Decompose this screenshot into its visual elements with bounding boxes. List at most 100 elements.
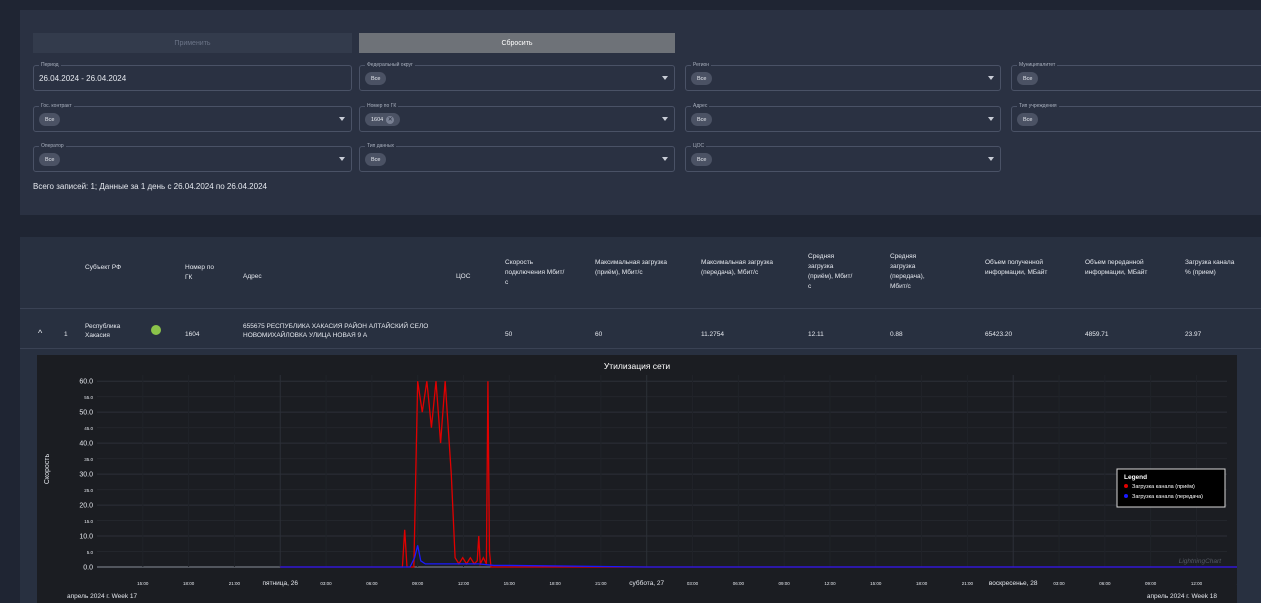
x-tick-label: 12:00 (1191, 581, 1203, 586)
chevron-down-icon[interactable] (662, 117, 668, 121)
y-tick-label: 25.0 (84, 488, 93, 493)
period-label: Период (39, 61, 61, 69)
row-divider (20, 348, 1261, 349)
header-subject[interactable]: Субъект РФ (85, 263, 145, 273)
x-tick-label: 09:00 (779, 581, 791, 586)
tsos-select[interactable]: ЦОС Все (685, 142, 1001, 172)
row-avg-in: 12.11 (808, 331, 824, 338)
x-axis-week-right: апрель 2024 г. Week 18 (1147, 593, 1218, 600)
header-tsos[interactable]: ЦОС (456, 272, 470, 282)
institution-type-chip[interactable]: Все (1017, 113, 1039, 126)
y-tick-label: 10.0 (79, 534, 93, 541)
institution-type-label: Тип учреждения (1017, 102, 1059, 110)
row-subject: Республика Хакасия (85, 323, 121, 339)
x-tick-label: 18:00 (549, 581, 561, 586)
header-avg-out[interactable]: Средняя загрузка (передача), Мбит/с (890, 252, 940, 292)
gk-number-select[interactable]: Номер по ГК 1604 ✕ (359, 102, 675, 132)
legend-entry: Загрузка канала (передача) (1132, 494, 1203, 500)
y-tick-label: 50.0 (79, 410, 93, 417)
y-tick-label: 0.0 (83, 565, 93, 572)
x-tick-label: 12:00 (824, 581, 836, 586)
x-tick-label: 21:00 (962, 581, 974, 586)
chevron-down-icon[interactable] (339, 157, 345, 161)
header-gk-number[interactable]: Номер по ГК (185, 263, 215, 283)
region-select[interactable]: Регион Все (685, 61, 1001, 91)
series-line-1 (280, 545, 1237, 568)
address-select[interactable]: Адрес Все (685, 102, 1001, 132)
period-field[interactable]: Период 26.04.2024 - 26.04.2024 (33, 61, 352, 91)
y-tick-label: 45.0 (84, 426, 93, 431)
operator-select[interactable]: Оператор Все (33, 142, 352, 172)
header-max-out[interactable]: Максимальная загрузка (передача), Мбит/с (701, 258, 791, 278)
x-tick-label: 21:00 (229, 581, 241, 586)
chevron-up-icon[interactable]: ^ (38, 329, 42, 338)
header-vol-out[interactable]: Объем переданной информации, МБайт (1085, 258, 1165, 278)
gov-contract-chip[interactable]: Все (39, 113, 61, 126)
x-tick-label: 03:00 (320, 581, 332, 586)
x-tick-label: 06:00 (366, 581, 378, 586)
data-type-chip[interactable]: Все (365, 153, 387, 166)
x-tick-label: 09:00 (1145, 581, 1157, 586)
x-tick-label: 09:00 (412, 581, 424, 586)
x-tick-label: 03:00 (1053, 581, 1065, 586)
chevron-down-icon[interactable] (988, 76, 994, 80)
header-max-in[interactable]: Максимальная загрузка (приём), Мбит/с (595, 258, 675, 278)
municipality-label: Муниципалитет (1017, 61, 1058, 69)
chevron-down-icon[interactable] (662, 157, 668, 161)
y-tick-label: 40.0 (79, 441, 93, 448)
y-axis-label: Скорость (44, 454, 51, 485)
header-load-pct[interactable]: Загрузка канала % (прием) (1185, 258, 1235, 278)
row-vol-in: 65423.20 (985, 331, 1013, 338)
reset-button[interactable]: Сбросить (359, 33, 675, 53)
operator-chip[interactable]: Все (39, 153, 61, 166)
tsos-label: ЦОС (691, 142, 707, 150)
legend-entry: Загрузка канала (приём) (1132, 484, 1195, 490)
gov-contract-select[interactable]: Гос. контракт Все (33, 102, 352, 132)
address-label: Адрес (691, 102, 710, 110)
data-type-select[interactable]: Тип данных Все (359, 142, 675, 172)
gk-number-label: Номер по ГК (365, 102, 399, 110)
row-address: 655675 РЕСПУБЛИКА ХАКАСИЯ РАЙОН АЛТАЙСКИ… (243, 323, 429, 339)
x-tick-label: суббота, 27 (629, 579, 664, 587)
federal-district-label: Федеральный округ (365, 61, 415, 69)
data-type-label: Тип данных (365, 142, 397, 150)
tsos-chip[interactable]: Все (691, 153, 713, 166)
region-chip[interactable]: Все (691, 72, 713, 85)
address-chip[interactable]: Все (691, 113, 713, 126)
x-tick-label: 18:00 (916, 581, 928, 586)
period-value: 26.04.2024 - 26.04.2024 (39, 74, 127, 83)
chevron-down-icon[interactable] (662, 76, 668, 80)
legend-marker (1124, 494, 1128, 498)
x-tick-label: 18:00 (183, 581, 195, 586)
institution-type-select[interactable]: Тип учреждения Все (1011, 102, 1261, 132)
chevron-down-icon[interactable] (339, 117, 345, 121)
y-tick-label: 5.0 (87, 550, 94, 555)
x-tick-label: 15:00 (870, 581, 882, 586)
region-label: Регион (691, 61, 712, 69)
x-tick-label: 21:00 (595, 581, 607, 586)
chart-legend: Legend Загрузка канала (приём) Загрузка к… (1116, 468, 1226, 508)
municipality-select[interactable]: Муниципалитет Все (1011, 61, 1261, 91)
row-gk-number: 1604 (185, 331, 200, 338)
federal-district-select[interactable]: Федеральный округ Все (359, 61, 675, 91)
municipality-chip[interactable]: Все (1017, 72, 1039, 85)
chevron-down-icon[interactable] (988, 157, 994, 161)
summary-text: Всего записей: 1; Данные за 1 день с 26.… (33, 182, 267, 191)
x-tick-label: 06:00 (733, 581, 745, 586)
header-vol-in[interactable]: Объем полученной информации, МБайт (985, 258, 1065, 278)
apply-button[interactable]: Применить (33, 33, 352, 53)
gk-number-chip[interactable]: 1604 ✕ (365, 113, 401, 126)
x-tick-label: 03:00 (687, 581, 699, 586)
header-address[interactable]: Адрес (243, 272, 262, 282)
chevron-down-icon[interactable] (988, 117, 994, 121)
row-max-in: 60 (595, 331, 603, 338)
y-tick-label: 55.0 (84, 395, 93, 400)
federal-district-chip[interactable]: Все (365, 72, 387, 85)
y-tick-label: 35.0 (84, 457, 93, 462)
header-speed[interactable]: Скорость подключения Мбит/с (505, 258, 565, 288)
utilization-chart-svg: Утилизация сети 60.0 55.0 50.0 45.0 40.0 35.0… (44, 361, 1237, 600)
header-divider (20, 308, 1261, 309)
close-circle-icon[interactable]: ✕ (386, 115, 395, 124)
header-avg-in[interactable]: Средняя загрузка (приём), Мбит/с (808, 252, 853, 292)
row-avg-out: 0.88 (890, 331, 903, 338)
